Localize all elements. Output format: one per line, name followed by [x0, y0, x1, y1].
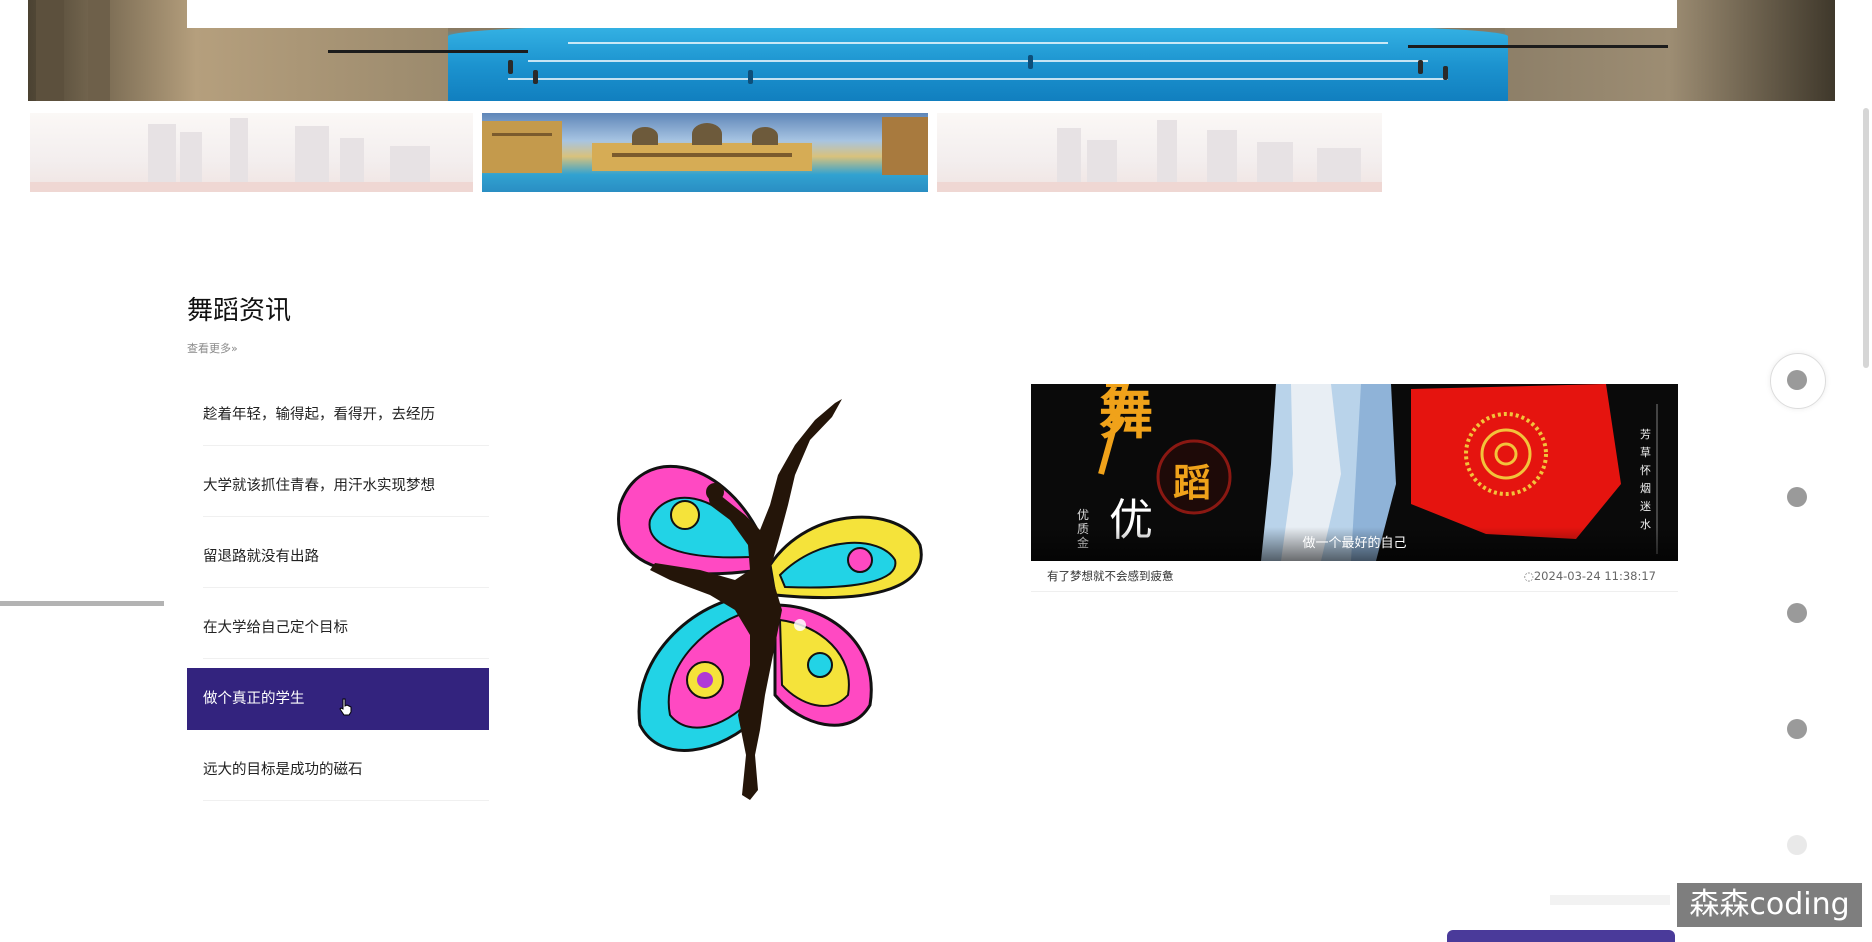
poster-vertical-text: 芳草怀烟迷水: [1640, 428, 1651, 531]
poster-text-wu: 舞: [1099, 384, 1153, 446]
featured-date: ◌2024-03-24 11:38:17: [1523, 569, 1656, 583]
dancer-butterfly-image: [617, 399, 923, 800]
view-more-link[interactable]: 查看更多»: [187, 340, 238, 356]
watermark-label: 森森coding: [1677, 883, 1862, 927]
news-item[interactable]: 大学就该抓住青春，用汗水实现梦想: [187, 455, 489, 517]
banner-top-panel: [187, 0, 1677, 28]
featured-news-card[interactable]: 舞 蹈 优 优质金 芳草怀烟迷水 做一个最好的自己 有了梦想就不会感到疲惫 ◌2…: [1031, 384, 1678, 592]
featured-news-image[interactable]: 舞 蹈 优 优质金 芳草怀烟迷水 做一个最好的自己: [1031, 384, 1678, 561]
carousel-thumb-1[interactable]: [30, 113, 473, 192]
news-item[interactable]: 留退路就没有出路: [187, 526, 489, 588]
page-dot-active[interactable]: [1770, 353, 1826, 409]
page-dot[interactable]: [1787, 835, 1807, 855]
featured-caption: 做一个最好的自己: [1031, 527, 1678, 561]
section-title: 舞蹈资讯: [187, 296, 292, 326]
page-dot[interactable]: [1787, 719, 1807, 739]
news-item[interactable]: 趁着年轻，输得起，看得开，去经历: [187, 384, 489, 446]
bottom-purple-block: [1447, 930, 1675, 942]
featured-meta: 有了梦想就不会感到疲惫 ◌2024-03-24 11:38:17: [1031, 561, 1678, 592]
news-item[interactable]: 远大的目标是成功的磁石: [187, 739, 489, 801]
bottom-faint-bar: [1550, 895, 1670, 905]
carousel-thumb-2[interactable]: [482, 113, 928, 192]
page-dot[interactable]: [1787, 603, 1807, 623]
hand-cursor-icon: [339, 698, 352, 716]
left-edge-bar: [0, 601, 164, 606]
hero-pool: [448, 22, 1508, 101]
carousel-thumb-3[interactable]: [937, 113, 1382, 192]
page-dot[interactable]: [1787, 487, 1807, 507]
poster-text-dao: 蹈: [1173, 460, 1212, 505]
news-item[interactable]: 在大学给自己定个目标: [187, 597, 489, 659]
scrollbar[interactable]: [1863, 108, 1869, 368]
news-item-active[interactable]: 做个真正的学生: [187, 668, 489, 730]
featured-title[interactable]: 有了梦想就不会感到疲惫: [1047, 561, 1174, 591]
news-list: 趁着年轻，输得起，看得开，去经历 大学就该抓住青春，用汗水实现梦想 留退路就没有…: [187, 384, 489, 810]
